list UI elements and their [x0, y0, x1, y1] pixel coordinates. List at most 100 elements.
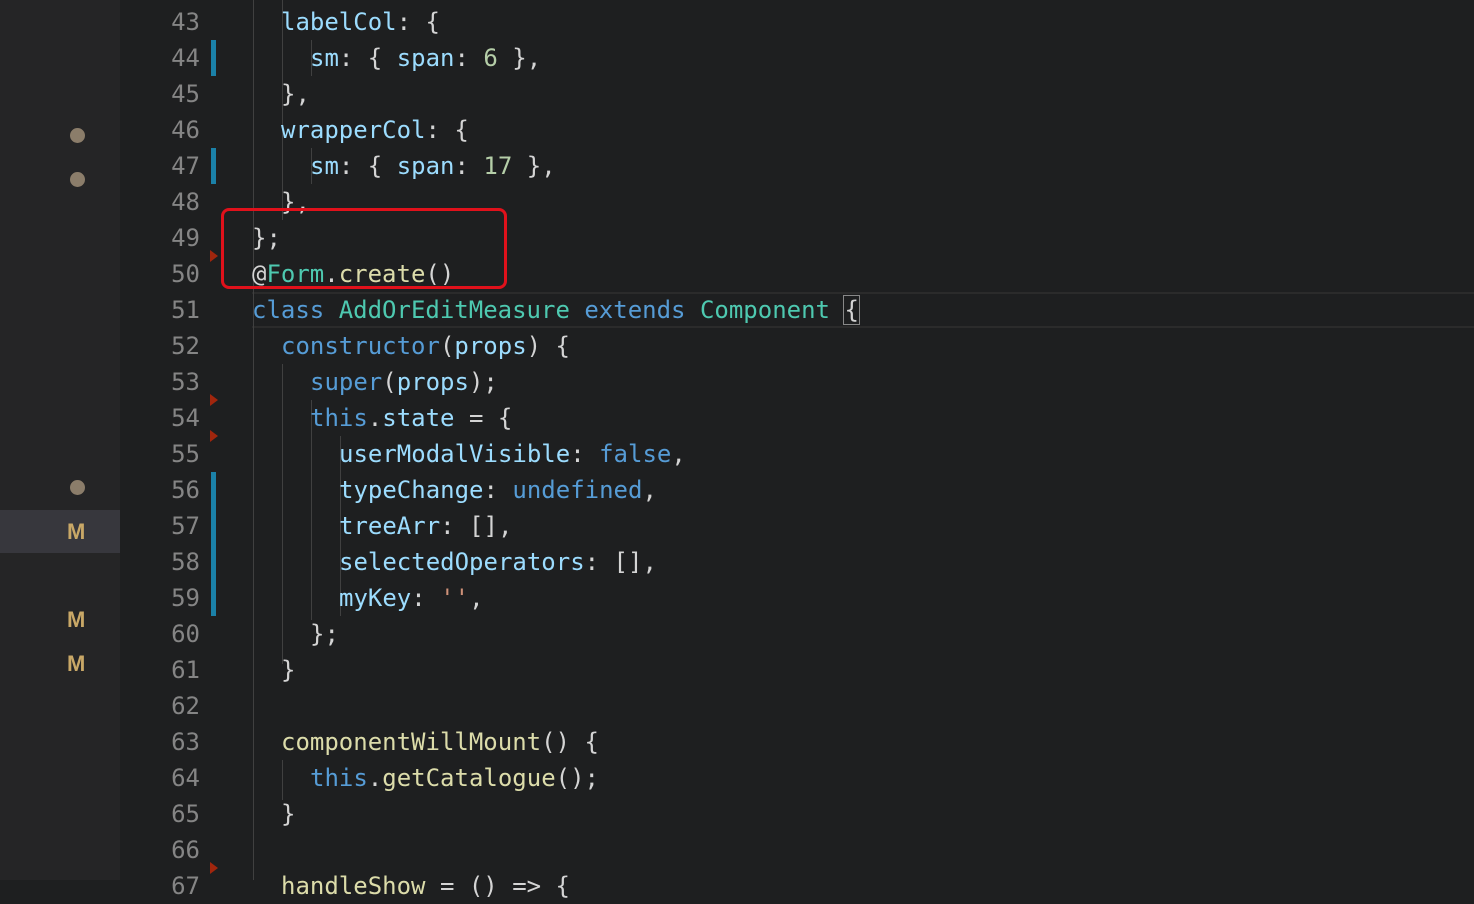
- code-line[interactable]: 56 typeChange: undefined,: [120, 472, 1474, 508]
- unsaved-dot-icon: [70, 480, 85, 495]
- line-number: 60: [171, 620, 200, 648]
- code-token: this: [310, 404, 368, 432]
- line-number: 56: [171, 476, 200, 504]
- code-token: state: [382, 404, 455, 432]
- line-number: 45: [171, 80, 200, 108]
- code-token: :: [411, 584, 441, 612]
- code-line[interactable]: 44 sm: { span: 6 },: [120, 40, 1474, 76]
- code-text[interactable]: this.getCatalogue();: [310, 760, 599, 796]
- code-line[interactable]: 43 labelCol: {: [120, 4, 1474, 40]
- code-token: : {: [396, 8, 440, 36]
- line-number: 50: [171, 260, 200, 288]
- code-text[interactable]: }: [281, 652, 295, 688]
- modified-badge: M: [67, 607, 86, 632]
- code-token: ();: [555, 764, 599, 792]
- code-text[interactable]: userModalVisible: false,: [339, 436, 686, 472]
- code-line[interactable]: 46 wrapperCol: {: [120, 112, 1474, 148]
- code-text[interactable]: }: [281, 796, 295, 832]
- code-line[interactable]: 57 treeArr: [],: [120, 508, 1474, 544]
- code-line[interactable]: 54 this.state = {: [120, 400, 1474, 436]
- code-text[interactable]: },: [281, 76, 310, 112]
- code-text[interactable]: handleShow = () => {: [281, 868, 570, 904]
- line-number: 49: [171, 224, 200, 252]
- code-line[interactable]: 60};: [120, 616, 1474, 652]
- highlight-annotation-box: [221, 208, 507, 289]
- code-text[interactable]: myKey: '',: [339, 580, 484, 616]
- code-line[interactable]: 58 selectedOperators: [],: [120, 544, 1474, 580]
- code-token: };: [310, 620, 339, 648]
- code-line[interactable]: 55 userModalVisible: false,: [120, 436, 1474, 472]
- line-number: 47: [171, 152, 200, 180]
- code-text[interactable]: constructor(props) {: [281, 328, 570, 364]
- code-text[interactable]: treeArr: [],: [339, 508, 512, 544]
- code-line[interactable]: 61}: [120, 652, 1474, 688]
- code-line[interactable]: 51 class AddOrEditMeasure extends Compone…: [120, 292, 1474, 328]
- code-token: );: [468, 368, 498, 396]
- code-token: (: [439, 332, 455, 360]
- code-token: wrapperCol: [281, 116, 426, 144]
- line-number: 61: [171, 656, 200, 684]
- code-token: treeArr: [339, 512, 441, 540]
- code-token: 6: [483, 44, 498, 72]
- code-token: selectedOperators: [339, 548, 585, 576]
- code-line[interactable]: 63 componentWillMount() {: [120, 724, 1474, 760]
- modified-badge: M: [67, 519, 86, 544]
- code-token: props: [454, 332, 527, 360]
- code-text[interactable]: class AddOrEditMeasure extends Component…: [252, 292, 860, 328]
- code-line[interactable]: 45},: [120, 76, 1474, 112]
- code-token: }: [281, 656, 296, 684]
- line-number: 58: [171, 548, 200, 576]
- modified-badge: M: [67, 651, 86, 676]
- line-number: 55: [171, 440, 200, 468]
- code-token: : {: [425, 116, 469, 144]
- code-token: :: [454, 152, 484, 180]
- line-number: 43: [171, 8, 200, 36]
- code-text[interactable]: super(props);: [310, 364, 498, 400]
- code-text[interactable]: };: [310, 616, 339, 652]
- code-token: AddOrEditMeasure: [338, 296, 570, 324]
- explorer-sidebar: M M M: [0, 0, 120, 880]
- code-line[interactable]: 53 super(props);: [120, 364, 1474, 400]
- code-token: constructor: [281, 332, 440, 360]
- code-token: .: [367, 764, 383, 792]
- code-token: ,: [642, 476, 657, 504]
- code-token: Component: [699, 296, 830, 324]
- line-number: 64: [171, 764, 200, 792]
- code-line[interactable]: 66: [120, 832, 1474, 868]
- code-text[interactable]: labelCol: {: [281, 4, 440, 40]
- line-number: 54: [171, 404, 200, 432]
- code-text[interactable]: wrapperCol: {: [281, 112, 469, 148]
- selected-file-highlight[interactable]: [0, 510, 120, 553]
- code-token: '': [440, 584, 470, 612]
- code-token: ) {: [526, 332, 571, 360]
- code-line[interactable]: 62: [120, 688, 1474, 724]
- code-line[interactable]: 52 constructor(props) {: [120, 328, 1474, 364]
- code-text[interactable]: componentWillMount() {: [281, 724, 599, 760]
- code-text[interactable]: sm: { span: 17 },: [310, 148, 556, 184]
- line-number: 65: [171, 800, 200, 828]
- code-token: .: [367, 404, 383, 432]
- code-token: : {: [338, 152, 397, 180]
- code-token: },: [512, 152, 556, 180]
- code-editor[interactable]: 43 labelCol: {44 sm: { span: 6 }, 45}, 46 wra…: [120, 0, 1474, 900]
- code-text[interactable]: typeChange: undefined,: [339, 472, 657, 508]
- code-token: (: [382, 368, 397, 396]
- code-token: },: [497, 44, 542, 72]
- code-token: class: [252, 296, 325, 324]
- line-number: 44: [171, 44, 200, 72]
- code-token: ,: [469, 584, 484, 612]
- code-text[interactable]: this.state = {: [310, 400, 512, 436]
- code-token: span: [396, 152, 455, 180]
- code-token: },: [281, 80, 310, 108]
- code-line[interactable]: 47 sm: { span: 17 },: [120, 148, 1474, 184]
- code-token: userModalVisible: [339, 440, 571, 468]
- code-text[interactable]: selectedOperators: [],: [339, 544, 657, 580]
- line-number: 59: [171, 584, 200, 612]
- code-line[interactable]: 65}: [120, 796, 1474, 832]
- code-text[interactable]: sm: { span: 6 },: [310, 40, 541, 76]
- code-line[interactable]: 64 this.getCatalogue();: [120, 760, 1474, 796]
- code-line[interactable]: 59 myKey: '',: [120, 580, 1474, 616]
- code-line[interactable]: 67 handleShow = () => {: [120, 868, 1474, 904]
